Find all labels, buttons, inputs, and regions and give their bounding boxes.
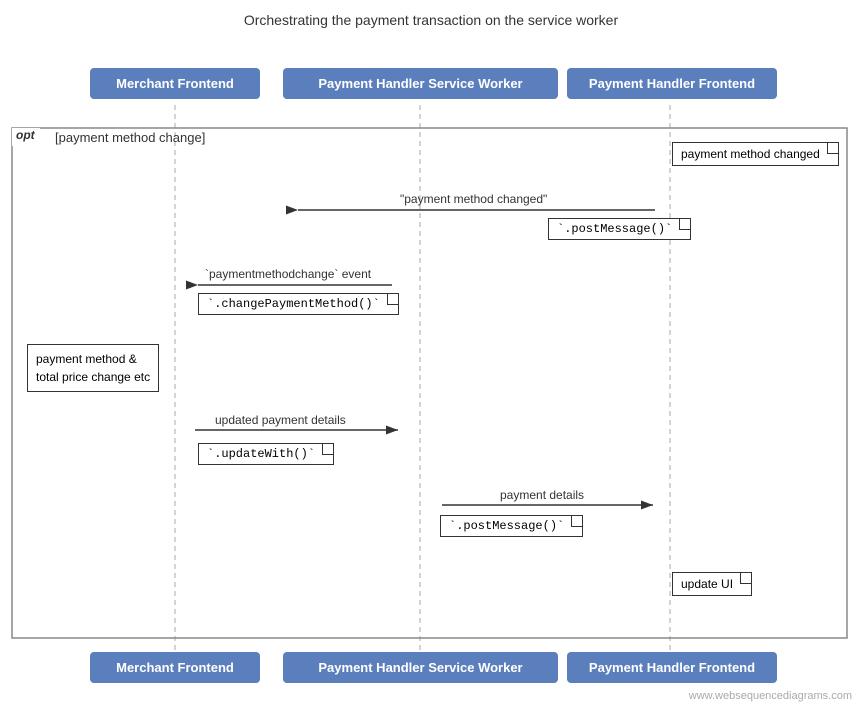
method-postmessage-2: `.postMessage()`: [440, 515, 583, 537]
actor-payment-handler-top: Payment Handler Frontend: [567, 68, 777, 99]
arrow-label-pm-changed: "payment method changed": [400, 192, 547, 206]
actor-service-worker-top: Payment Handler Service Worker: [283, 68, 558, 99]
opt-label: opt: [14, 128, 37, 142]
diagram-title: Orchestrating the payment transaction on…: [0, 0, 862, 36]
diagram-container: Orchestrating the payment transaction on…: [0, 0, 862, 710]
actor-merchant-top: Merchant Frontend: [90, 68, 260, 99]
actor-payment-handler-bottom: Payment Handler Frontend: [567, 652, 777, 683]
opt-guard: [payment method change]: [55, 130, 205, 145]
note-payment-method-changed: payment method changed: [672, 142, 839, 166]
method-change-pm: `.changePaymentMethod()`: [198, 293, 399, 315]
arrow-label-pmchange: `paymentmethodchange` event: [205, 267, 371, 281]
arrow-label-updated-pd: updated payment details: [215, 413, 346, 427]
note-update-ui: update UI: [672, 572, 752, 596]
side-note-pm-total: payment method &total price change etc: [27, 344, 159, 392]
arrow-label-pd: payment details: [500, 488, 584, 502]
actor-merchant-bottom: Merchant Frontend: [90, 652, 260, 683]
actor-service-worker-bottom: Payment Handler Service Worker: [283, 652, 558, 683]
method-updatewith: `.updateWith()`: [198, 443, 334, 465]
method-postmessage-1: `.postMessage()`: [548, 218, 691, 240]
watermark: www.websequencediagrams.com: [689, 690, 852, 702]
